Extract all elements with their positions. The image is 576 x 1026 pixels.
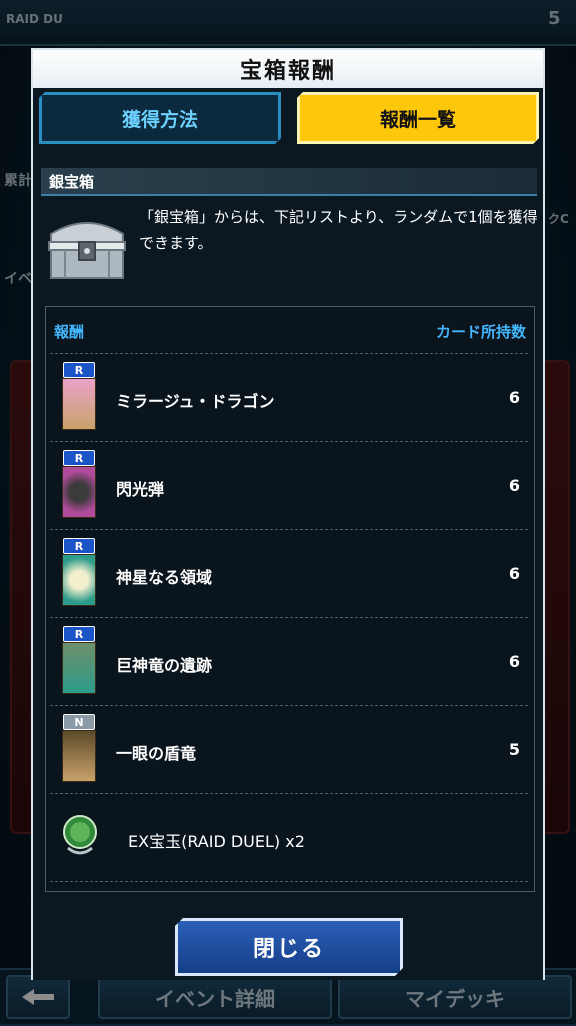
- tab-acquisition-method[interactable]: 獲得方法: [39, 92, 281, 144]
- tab-reward-list[interactable]: 報酬一覧: [297, 92, 539, 144]
- card-owned-count: 6: [508, 564, 520, 583]
- rarity-badge: R: [63, 538, 95, 554]
- card-image: [62, 466, 96, 518]
- card-thumbnail: R: [60, 626, 98, 698]
- list-item[interactable]: EX宝玉(RAID DUEL) x2: [50, 793, 528, 880]
- reward-description: 「銀宝箱」からは、下記リストより、ランダムで1個を獲得できます。: [139, 208, 538, 252]
- reward-list: 報酬 カード所持数 R ミラージュ・ドラゴン 6 R 閃光弾 6 R 神星なる領…: [45, 306, 535, 892]
- card-owned-count: 6: [508, 476, 520, 495]
- ex-orb-icon: [63, 815, 97, 855]
- list-item[interactable]: R 神星なる領域 6: [50, 529, 528, 616]
- section-title: 銀宝箱: [41, 168, 537, 196]
- card-name: ミラージュ・ドラゴン: [116, 392, 275, 411]
- list-header-reward: 報酬: [54, 323, 85, 341]
- card-name: 神星なる領域: [116, 568, 213, 587]
- reward-name: EX宝玉(RAID DUEL) x2: [128, 832, 305, 851]
- dialog-footer: 閉じる: [33, 902, 543, 980]
- card-thumbnail: R: [60, 538, 98, 610]
- card-owned-count: 6: [508, 652, 520, 671]
- card-name: 一眼の盾竜: [116, 744, 197, 763]
- list-header: 報酬 カード所持数: [46, 307, 534, 353]
- card-image: [62, 554, 96, 606]
- card-image: [62, 378, 96, 430]
- silver-chest-icon: [48, 222, 126, 279]
- dialog-title: 宝箱報酬: [33, 50, 543, 88]
- card-thumbnail: R: [60, 362, 98, 434]
- list-item[interactable]: [50, 881, 528, 891]
- list-item[interactable]: N 一眼の盾竜 5: [50, 705, 528, 792]
- rarity-badge: N: [63, 714, 95, 730]
- list-item[interactable]: R ミラージュ・ドラゴン 6: [50, 353, 528, 440]
- list-item[interactable]: R 巨神竜の遺跡 6: [50, 617, 528, 704]
- rarity-badge: R: [63, 626, 95, 642]
- close-button[interactable]: 閉じる: [175, 918, 403, 976]
- reward-dialog: 宝箱報酬 獲得方法 報酬一覧 銀宝箱 「銀宝箱」からは、下記リストより、ランダム…: [31, 48, 545, 980]
- card-owned-count: 6: [508, 388, 520, 407]
- card-name: 巨神竜の遺跡: [116, 656, 213, 675]
- card-owned-count: 5: [508, 740, 520, 759]
- tab-bar: 獲得方法 報酬一覧: [39, 92, 539, 148]
- rarity-badge: R: [63, 450, 95, 466]
- list-item[interactable]: R 閃光弾 6: [50, 441, 528, 528]
- card-thumbnail: N: [60, 714, 98, 786]
- list-header-card-count: カード所持数: [435, 323, 526, 341]
- card-thumbnail: R: [60, 450, 98, 522]
- rarity-badge: R: [63, 362, 95, 378]
- card-image: [62, 642, 96, 694]
- card-image: [62, 730, 96, 782]
- card-name: 閃光弾: [116, 480, 165, 499]
